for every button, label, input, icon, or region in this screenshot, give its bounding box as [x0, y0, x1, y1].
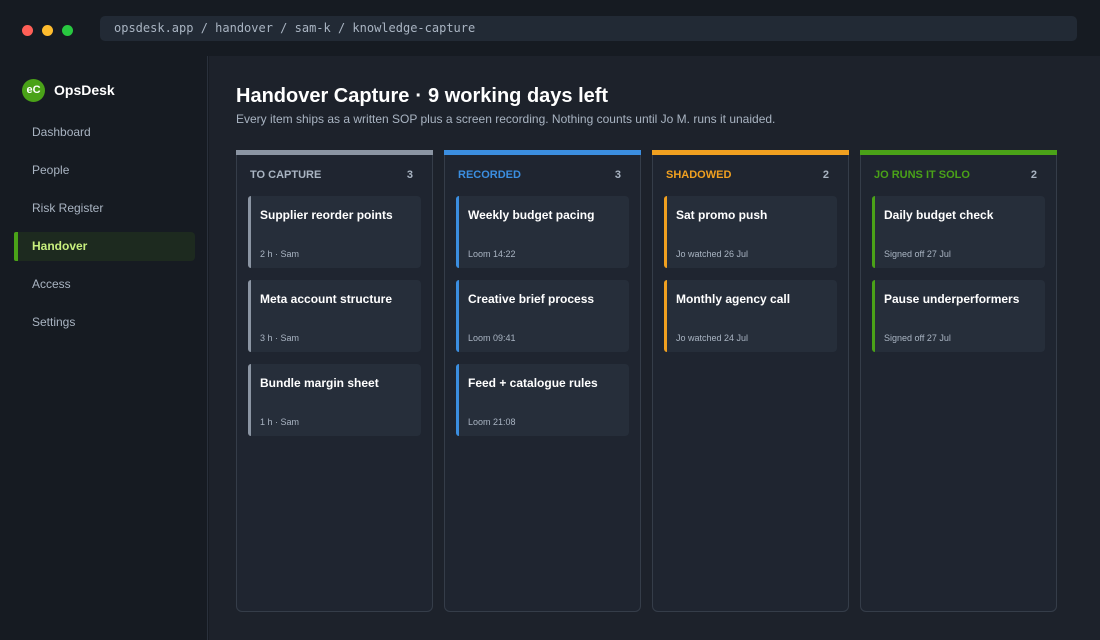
column-jo-runs-it-solo: JO RUNS IT SOLO 2 Daily budget check Sig…: [860, 150, 1057, 612]
column-title: SHADOWED: [666, 169, 732, 181]
sidebar-item-settings[interactable]: Settings: [14, 308, 195, 337]
card-status-stripe: [872, 280, 875, 352]
card-title: Feed + catalogue rules: [468, 376, 598, 390]
minimize-window-button[interactable]: [42, 25, 53, 36]
sidebar: eC OpsDesk Dashboard People Risk Registe…: [0, 56, 208, 640]
sidebar-item-risk-register[interactable]: Risk Register: [14, 194, 195, 223]
task-card[interactable]: Daily budget check Signed off 27 Jul: [872, 196, 1045, 268]
card-title: Pause underperformers: [884, 292, 1020, 306]
sidebar-item-handover[interactable]: Handover: [14, 232, 195, 261]
column-accent-bar: [444, 150, 641, 155]
column-accent-bar: [236, 150, 433, 155]
brand-name: OpsDesk: [54, 82, 115, 98]
page-subtitle: Every item ships as a written SOP plus a…: [236, 112, 776, 126]
column-count: 2: [1030, 169, 1037, 181]
card-meta: Signed off 27 Jul: [884, 333, 951, 343]
card-status-stripe: [872, 196, 875, 268]
card-meta: Jo watched 24 Jul: [676, 333, 749, 343]
task-card[interactable]: Feed + catalogue rules Loom 21:08: [456, 364, 629, 436]
task-card[interactable]: Sat promo push Jo watched 26 Jul: [664, 196, 837, 268]
column-header: RECORDED 3: [458, 169, 621, 183]
task-card[interactable]: Supplier reorder points 2 h · Sam: [248, 196, 421, 268]
column-count: 3: [614, 169, 621, 181]
column-count: 2: [822, 169, 829, 181]
sidebar-item-people[interactable]: People: [14, 156, 195, 185]
card-status-stripe: [456, 280, 459, 352]
card-meta: 3 h · Sam: [260, 333, 300, 343]
card-title: Weekly budget pacing: [468, 208, 595, 222]
maximize-window-button[interactable]: [62, 25, 73, 36]
column-header: JO RUNS IT SOLO 2: [874, 169, 1037, 183]
card-title: Meta account structure: [260, 292, 393, 306]
title-separator: ·: [415, 85, 423, 107]
sidebar-item-dashboard[interactable]: Dashboard: [14, 118, 195, 147]
task-card[interactable]: Creative brief process Loom 09:41: [456, 280, 629, 352]
card-status-stripe: [456, 196, 459, 268]
card-meta: Signed off 27 Jul: [884, 249, 951, 259]
card-title: Sat promo push: [676, 208, 768, 222]
task-card[interactable]: Bundle margin sheet 1 h · Sam: [248, 364, 421, 436]
card-status-stripe: [664, 280, 667, 352]
card-meta: 2 h · Sam: [260, 249, 300, 259]
brand-logo-icon: eC: [22, 78, 45, 102]
card-status-stripe: [456, 364, 459, 436]
column-shadowed: SHADOWED 2 Sat promo push Jo watched 26 …: [652, 150, 849, 612]
card-status-stripe: [248, 280, 251, 352]
column-title: TO CAPTURE: [250, 169, 322, 181]
task-card[interactable]: Monthly agency call Jo watched 24 Jul: [664, 280, 837, 352]
task-card[interactable]: Weekly budget pacing Loom 14:22: [456, 196, 629, 268]
card-status-stripe: [664, 196, 667, 268]
column-accent-bar: [860, 150, 1057, 155]
card-meta: 1 h · Sam: [260, 417, 300, 427]
page-title-text: Handover Capture: [236, 85, 410, 107]
card-meta: Jo watched 26 Jul: [676, 249, 749, 259]
card-title: Daily budget check: [884, 208, 994, 222]
column-title: JO RUNS IT SOLO: [874, 169, 970, 181]
card-title: Monthly agency call: [676, 292, 791, 306]
brand[interactable]: eC OpsDesk: [22, 78, 115, 102]
column-title: RECORDED: [458, 169, 521, 181]
card-status-stripe: [248, 364, 251, 436]
main-content: Handover Capture · 9 working days left Eve…: [209, 56, 1100, 640]
column-header: TO CAPTURE 3: [250, 169, 413, 183]
card-title: Creative brief process: [468, 292, 595, 306]
days-left-text: 9 working days left: [428, 85, 609, 107]
task-card[interactable]: Meta account structure 3 h · Sam: [248, 280, 421, 352]
card-status-stripe: [248, 196, 251, 268]
sidebar-item-access[interactable]: Access: [14, 270, 195, 299]
card-title: Supplier reorder points: [260, 208, 393, 222]
window-titlebar: opsdesk.app / handover / sam-k / knowled…: [0, 0, 1100, 56]
card-meta: Loom 09:41: [468, 333, 516, 343]
card-meta: Loom 21:08: [468, 417, 516, 427]
column-accent-bar: [652, 150, 849, 155]
card-meta: Loom 14:22: [468, 249, 516, 259]
card-title: Bundle margin sheet: [260, 376, 379, 390]
column-to-capture: TO CAPTURE 3 Supplier reorder points 2 h…: [236, 150, 433, 612]
column-recorded: RECORDED 3 Weekly budget pacing Loom 14:…: [444, 150, 641, 612]
task-card[interactable]: Pause underperformers Signed off 27 Jul: [872, 280, 1045, 352]
column-header: SHADOWED 2: [666, 169, 829, 183]
close-window-button[interactable]: [22, 25, 33, 36]
address-bar[interactable]: opsdesk.app / handover / sam-k / knowled…: [100, 16, 1077, 41]
sidebar-nav: Dashboard People Risk Register Handover …: [14, 118, 195, 346]
column-count: 3: [406, 169, 413, 181]
page-title: Handover Capture · 9 working days left: [236, 85, 608, 108]
